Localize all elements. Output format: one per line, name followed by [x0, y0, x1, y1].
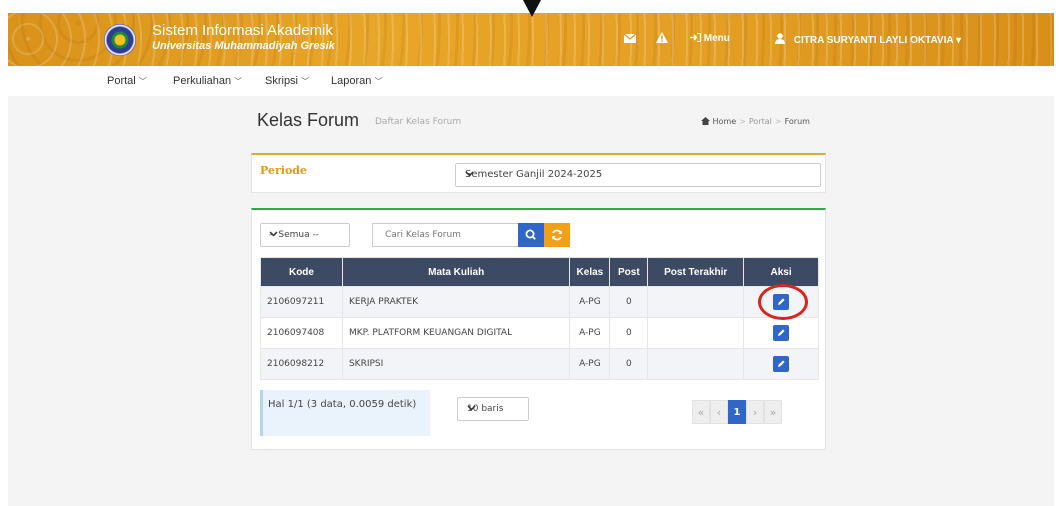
chevron-down-icon [465, 169, 813, 180]
page-prev[interactable]: ‹ [710, 400, 728, 424]
menu-label: Menu [703, 33, 730, 44]
search-icon [525, 229, 536, 240]
col-mata-kuliah[interactable]: Mata Kuliah [341, 257, 571, 287]
page-info: Hal 1/1 (3 data, 0.0059 detik) [260, 390, 430, 436]
cell-kelas: A-PG [569, 286, 611, 318]
breadcrumb-forum: Forum [784, 117, 810, 126]
main-nav: Portal ﹀ Perkuliahan ﹀ Skripsi ﹀ Laporan… [0, 66, 1059, 96]
edit-icon [778, 329, 785, 336]
page-current[interactable]: 1 [728, 400, 746, 424]
table-row: 2106098212 SKRIPSI A-PG 0 [260, 348, 819, 380]
down-arrow-icon [523, 0, 541, 17]
nav-laporan[interactable]: Laporan ﹀ [331, 75, 382, 87]
cell-kode: 2106097408 [260, 317, 343, 349]
user-icon [775, 33, 785, 44]
filter-select[interactable]: -- Semua -- [260, 223, 350, 247]
cell-post-terakhir [647, 317, 745, 349]
breadcrumb-home[interactable]: Home [713, 117, 737, 126]
nav-laporan-label: Laporan [331, 75, 372, 87]
nav-skripsi-label: Skripsi [265, 75, 299, 87]
nav-skripsi[interactable]: Skripsi ﹀ [265, 75, 309, 87]
page-subtitle: Daftar Kelas Forum [375, 117, 462, 127]
cell-kode: 2106098212 [260, 348, 343, 380]
search-input[interactable] [372, 223, 518, 247]
rows-per-page-select[interactable]: 10 baris [457, 397, 529, 421]
page-last[interactable]: » [764, 400, 782, 424]
cell-mata-kuliah: SKRIPSI [341, 348, 571, 380]
table-row: 2106097211 KERJA PRAKTEK A-PG 0 [260, 286, 819, 318]
home-icon [701, 117, 710, 125]
caret-down-icon: ▾ [956, 35, 962, 46]
col-kelas[interactable]: Kelas [569, 257, 611, 287]
nav-portal-label: Portal [107, 75, 136, 87]
edit-icon [778, 360, 785, 367]
chevron-down-icon: ﹀ [301, 77, 310, 86]
cell-aksi [743, 348, 819, 380]
user-menu[interactable]: CITRA SURYANTI LAYLI OKTAVIA ▾ [775, 33, 961, 46]
chevron-down-icon: ﹀ [138, 77, 147, 86]
col-kode[interactable]: Kode [260, 257, 343, 287]
university-logo[interactable] [104, 24, 136, 56]
nav-portal[interactable]: Portal ﹀ [107, 75, 147, 87]
periode-card: Periode Semester Ganjil 2024-2025 [251, 153, 826, 193]
nav-perkuliahan[interactable]: Perkuliahan ﹀ [173, 75, 242, 87]
breadcrumb: Home > Portal > Forum [701, 117, 810, 126]
periode-label: Periode [260, 164, 307, 177]
envelope-icon[interactable] [623, 33, 637, 46]
page-first[interactable]: « [692, 400, 710, 424]
chevron-down-icon [269, 230, 342, 240]
edit-button[interactable] [773, 356, 790, 372]
edit-button[interactable] [773, 325, 790, 341]
col-post[interactable]: Post [609, 257, 649, 287]
cell-mata-kuliah: MKP. PLATFORM KEUANGAN DIGITAL [341, 317, 571, 349]
col-post-terakhir[interactable]: Post Terakhir [647, 257, 745, 287]
refresh-icon [552, 229, 562, 241]
user-name: CITRA SURYANTI LAYLI OKTAVIA [793, 35, 954, 46]
cell-kelas: A-PG [569, 317, 611, 349]
cell-post: 0 [609, 348, 649, 380]
cell-post-terakhir [647, 286, 745, 318]
app-subtitle: Universitas Muhammadiyah Gresik [152, 40, 335, 52]
chevron-down-icon: ﹀ [234, 77, 243, 86]
col-aksi: Aksi [743, 257, 819, 287]
forum-card: -- Semua -- Kode Mata Kuliah Kelas Post … [251, 208, 826, 450]
pagination: « ‹ 1 › » [692, 400, 782, 424]
nav-perkuliahan-label: Perkuliahan [173, 75, 232, 87]
table-header-row: Kode Mata Kuliah Kelas Post Post Terakhi… [260, 257, 819, 287]
cell-kode: 2106097211 [260, 286, 343, 318]
cell-post: 0 [609, 286, 649, 318]
app-title[interactable]: Sistem Informasi Akademik [152, 22, 333, 39]
sign-in-icon [690, 32, 702, 43]
refresh-button[interactable] [544, 223, 570, 247]
search-button[interactable] [518, 223, 544, 247]
page-info-text: Hal 1/1 (3 data, 0.0059 detik) [268, 399, 417, 410]
cell-mata-kuliah: KERJA PRAKTEK [341, 286, 571, 318]
menu-button[interactable]: Menu [690, 32, 730, 44]
cell-post-terakhir [647, 348, 745, 380]
warning-icon[interactable] [656, 32, 668, 46]
page-next[interactable]: › [746, 400, 764, 424]
cell-kelas: A-PG [569, 348, 611, 380]
chevron-down-icon [467, 404, 521, 414]
table-row: 2106097408 MKP. PLATFORM KEUANGAN DIGITA… [260, 317, 819, 349]
page-title: Kelas Forum [257, 110, 360, 130]
highlight-circle [758, 284, 808, 320]
cell-post: 0 [609, 317, 649, 349]
periode-select[interactable]: Semester Ganjil 2024-2025 [455, 163, 821, 187]
forum-table: Kode Mata Kuliah Kelas Post Post Terakhi… [260, 257, 819, 380]
breadcrumb-portal[interactable]: Portal [749, 117, 772, 126]
cell-aksi [743, 317, 819, 349]
chevron-down-icon: ﹀ [374, 77, 383, 86]
